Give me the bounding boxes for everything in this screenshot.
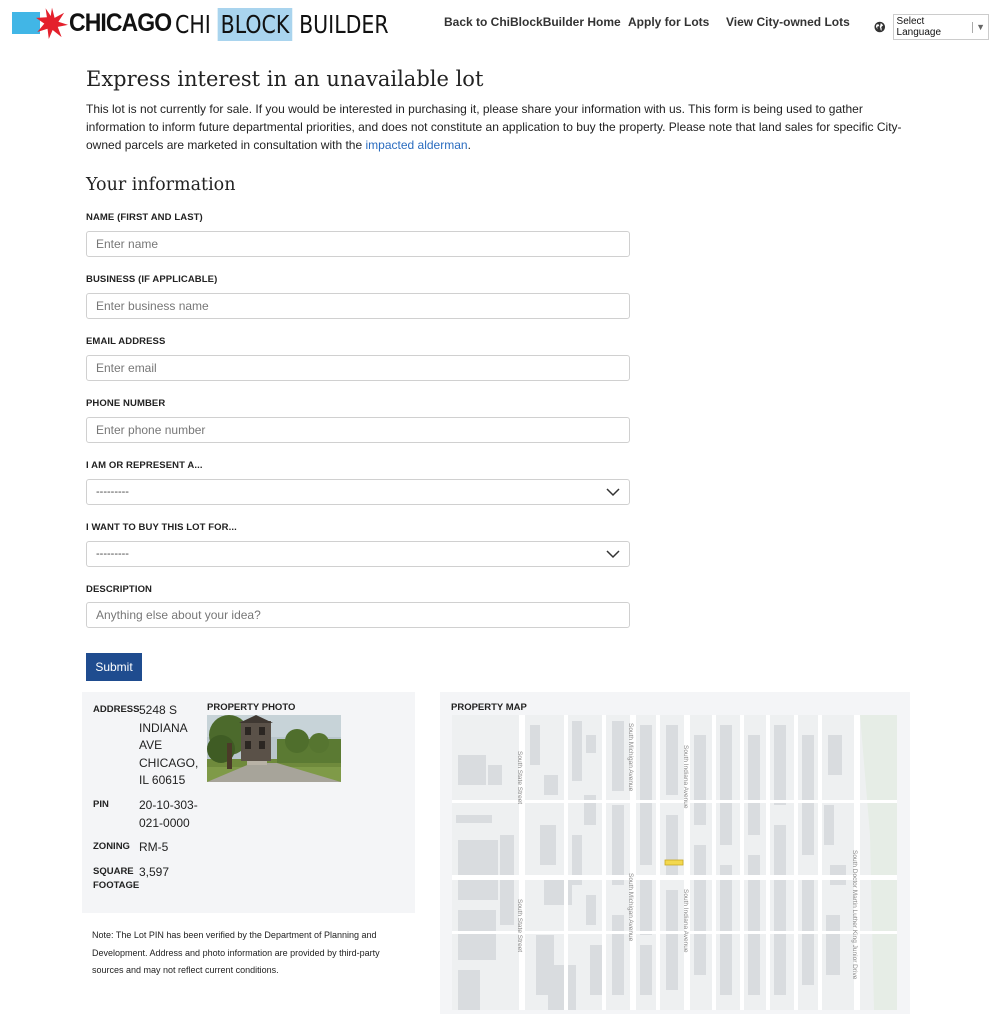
pin-line: 021-0000 <box>139 815 190 830</box>
square-footage-label: SQUARE FOOTAGE <box>93 865 139 893</box>
globe-icon <box>874 21 886 33</box>
address-line: 5248 S <box>139 703 178 717</box>
dropdown-separator <box>972 21 974 33</box>
address-line: CHICAGO, <box>139 755 199 770</box>
email-label: EMAIL ADDRESS <box>86 336 166 347</box>
nav-back-home[interactable]: Back to ChiBlockBuilder Home <box>444 15 621 29</box>
dropdown-arrow-icon: ▼ <box>976 22 985 32</box>
phone-label: PHONE NUMBER <box>86 398 166 409</box>
represent-selected-value: --------- <box>96 486 129 498</box>
highlighted-lot-marker[interactable] <box>664 859 684 866</box>
language-selector[interactable]: Select Language ▼ <box>874 14 989 40</box>
city-of-chicago-logo[interactable]: CHICAGO <box>12 7 180 39</box>
street-label: South Michigan Avenue <box>627 873 634 942</box>
nav-apply-for-lots[interactable]: Apply for Lots <box>628 15 709 29</box>
address-line: INDIANA <box>139 720 188 735</box>
pin-label: PIN <box>93 799 109 810</box>
page-title: Express interest in an unavailable lot <box>86 67 484 91</box>
chicago-wordmark: CHICAGO <box>69 8 172 37</box>
intro-text: This lot is not currently for sale. If y… <box>86 102 902 152</box>
street-label: South Indiana Avenue <box>682 745 689 809</box>
pin-line: 20-10-303- <box>139 798 198 812</box>
select-language-label: Select Language <box>896 16 942 38</box>
chiblockbuilder-logo[interactable]: CHI BLOCK BUILDER <box>175 7 389 41</box>
logo-part-builder: BUILDER <box>299 9 389 39</box>
property-photo[interactable] <box>207 715 341 782</box>
section-title-your-information: Your information <box>86 175 236 195</box>
represent-label: I AM OR REPRESENT A... <box>86 460 203 471</box>
description-input[interactable] <box>86 602 630 628</box>
name-label: NAME (FIRST AND LAST) <box>86 212 203 223</box>
impacted-alderman-link[interactable]: impacted alderman <box>366 138 468 152</box>
business-label: BUSINESS (IF APPLICABLE) <box>86 274 218 285</box>
chevron-down-icon <box>606 488 620 497</box>
street-label: South Michigan Avenue <box>627 723 634 792</box>
intro-paragraph: This lot is not currently for sale. If y… <box>86 100 916 154</box>
square-footage-value: 3,597 <box>139 865 170 879</box>
property-map[interactable]: South State Street South State Street So… <box>452 715 897 1010</box>
zoning-label: ZONING <box>93 841 130 852</box>
address-line: AVE <box>139 738 163 752</box>
property-verification-note: Note: The Lot PIN has been verified by t… <box>92 930 380 975</box>
chevron-down-icon <box>606 550 620 559</box>
property-photo-label: PROPERTY PHOTO <box>207 702 296 713</box>
street-label: South State Street <box>516 899 523 952</box>
business-input[interactable] <box>86 293 630 319</box>
email-input[interactable] <box>86 355 630 381</box>
street-label: South Indiana Avenue <box>682 889 689 953</box>
represent-select[interactable]: --------- <box>86 479 630 505</box>
street-label: South Doctor Martin Luther King Junior D… <box>851 850 858 980</box>
description-label: DESCRIPTION <box>86 584 153 595</box>
logo-part-block: BLOCK <box>217 7 293 41</box>
red-star-icon <box>36 7 68 39</box>
street-label: South State Street <box>516 751 523 804</box>
address-label: ADDRESS <box>93 704 140 715</box>
zoning-value: RM-5 <box>139 840 169 854</box>
intro-end: . <box>467 138 471 152</box>
name-input[interactable] <box>86 231 630 257</box>
pin-value: 20-10-303- 021-0000 <box>139 797 198 832</box>
purpose-label: I WANT TO BUY THIS LOT FOR... <box>86 522 237 533</box>
nav-view-city-owned-lots[interactable]: View City-owned Lots <box>726 15 850 29</box>
purpose-select[interactable]: --------- <box>86 541 630 567</box>
site-header: CHICAGO CHI BLOCK BUILDER Back to ChiBlo… <box>0 0 989 46</box>
purpose-selected-value: --------- <box>96 548 129 560</box>
select-language-dropdown[interactable]: Select Language ▼ <box>892 14 989 40</box>
phone-input[interactable] <box>86 417 630 443</box>
sqft-label-line: FOOTAGE <box>93 880 140 891</box>
address-line: IL 60615 <box>139 773 186 787</box>
submit-button[interactable]: Submit <box>86 653 142 681</box>
sqft-label-line: SQUARE <box>93 866 134 877</box>
logo-part-chi: CHI <box>175 9 211 39</box>
address-value: 5248 S INDIANA AVE CHICAGO, IL 60615 <box>139 702 198 790</box>
property-map-label: PROPERTY MAP <box>451 702 527 713</box>
